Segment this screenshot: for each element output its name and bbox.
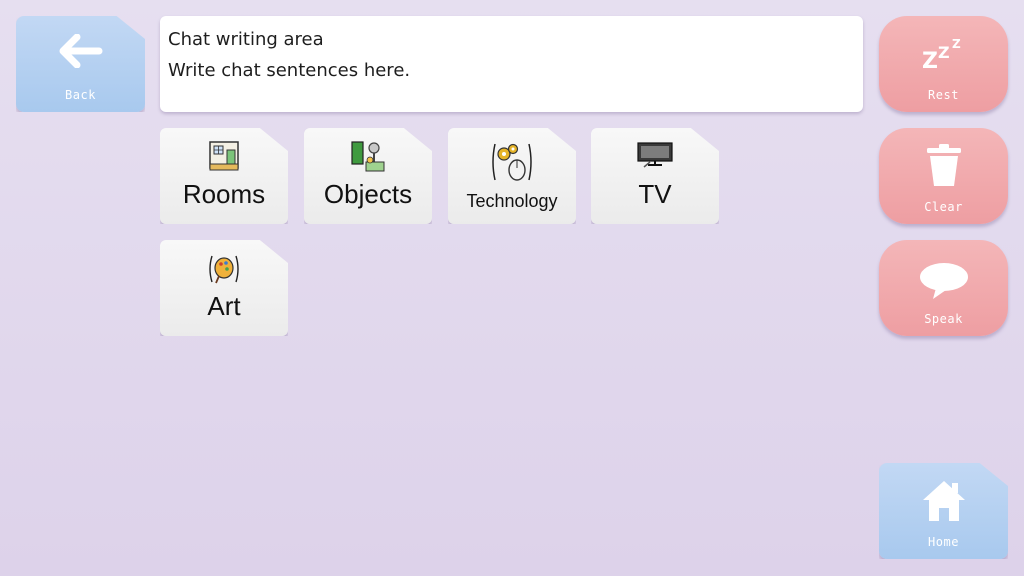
rooms-icon	[160, 140, 288, 172]
svg-text:Z: Z	[922, 49, 938, 72]
arrow-left-icon	[16, 34, 145, 68]
objects-icon	[304, 140, 432, 174]
home-button[interactable]: Home	[879, 463, 1008, 559]
category-tile-rooms[interactable]: Rooms	[160, 128, 288, 224]
svg-text:Z: Z	[952, 37, 961, 51]
clear-button[interactable]: Clear	[879, 128, 1008, 224]
category-tile-objects[interactable]: Objects	[304, 128, 432, 224]
category-tile-art[interactable]: Art	[160, 240, 288, 336]
technology-icon	[448, 140, 576, 184]
category-label: Technology	[466, 191, 558, 211]
tv-icon	[591, 140, 719, 170]
svg-text:Z: Z	[938, 43, 950, 62]
home-label: Home	[928, 535, 959, 549]
speech-bubble-icon	[879, 262, 1008, 300]
category-label: TV	[638, 179, 672, 209]
speak-button[interactable]: Speak	[879, 240, 1008, 336]
category-label: Art	[207, 291, 241, 321]
sleep-zzz-icon: Z Z Z	[879, 34, 1008, 72]
rest-label: Rest	[928, 88, 959, 102]
clear-label: Clear	[924, 200, 963, 214]
category-label: Rooms	[182, 179, 266, 209]
chat-area-placeholder: Write chat sentences here.	[168, 60, 411, 81]
rest-button[interactable]: Z Z Z Rest	[879, 16, 1008, 112]
back-label: Back	[65, 88, 96, 102]
home-icon	[879, 479, 1008, 523]
chat-writing-area[interactable]: Chat writing area Write chat sentences h…	[160, 16, 863, 112]
speak-label: Speak	[924, 312, 963, 326]
trash-icon	[879, 144, 1008, 188]
back-button[interactable]: Back	[16, 16, 145, 112]
chat-area-title: Chat writing area	[168, 29, 324, 50]
category-tile-technology[interactable]: Technology	[448, 128, 576, 224]
category-label: Objects	[323, 179, 413, 209]
art-icon	[160, 252, 288, 286]
category-tile-tv[interactable]: TV	[591, 128, 719, 224]
